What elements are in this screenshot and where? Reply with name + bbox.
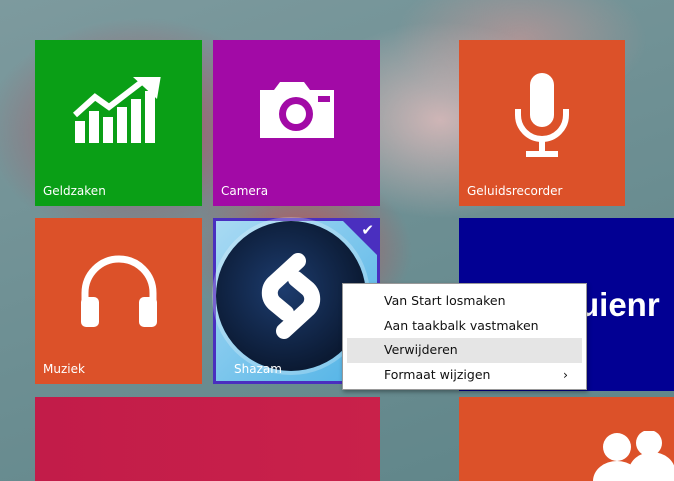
tile-geldzaken[interactable]: Geldzaken [35,40,202,206]
check-icon: ✔ [361,221,374,239]
chevron-right-icon: › [563,366,568,382]
tile-title: uienr [579,286,660,323]
tile-wide-red[interactable] [35,397,380,481]
menu-item-label: Van Start losmaken [384,293,506,308]
context-menu: Van Start losmaken Aan taakbalk vastmake… [342,283,587,390]
menu-item-label: Aan taakbalk vastmaken [384,317,539,333]
tile-label: Geluidsrecorder [467,184,563,198]
menu-item-pin-taskbar[interactable]: Aan taakbalk vastmaken [347,314,582,339]
people-icon [593,431,674,481]
tile-label: Shazam [234,362,282,376]
menu-item-uninstall[interactable]: Verwijderen [347,338,582,363]
menu-item-label: Verwijderen [384,342,458,357]
tile-geluidsrecorder[interactable]: Geluidsrecorder [459,40,625,206]
camera-icon [259,81,334,138]
headphones-icon [80,255,157,328]
tile-muziek[interactable]: Muziek [35,218,202,384]
tile-camera[interactable]: Camera [213,40,380,206]
menu-item-label: Formaat wijzigen [384,366,491,382]
tile-people[interactable] [459,397,674,481]
menu-item-unpin-start[interactable]: Van Start losmaken [347,289,582,314]
tile-label: Muziek [43,362,85,376]
tile-label: Geldzaken [43,184,106,198]
microphone-icon [515,73,569,158]
chart-up-icon [72,76,161,143]
menu-item-resize[interactable]: Formaat wijzigen › [347,363,582,388]
tile-label: Camera [221,184,269,198]
